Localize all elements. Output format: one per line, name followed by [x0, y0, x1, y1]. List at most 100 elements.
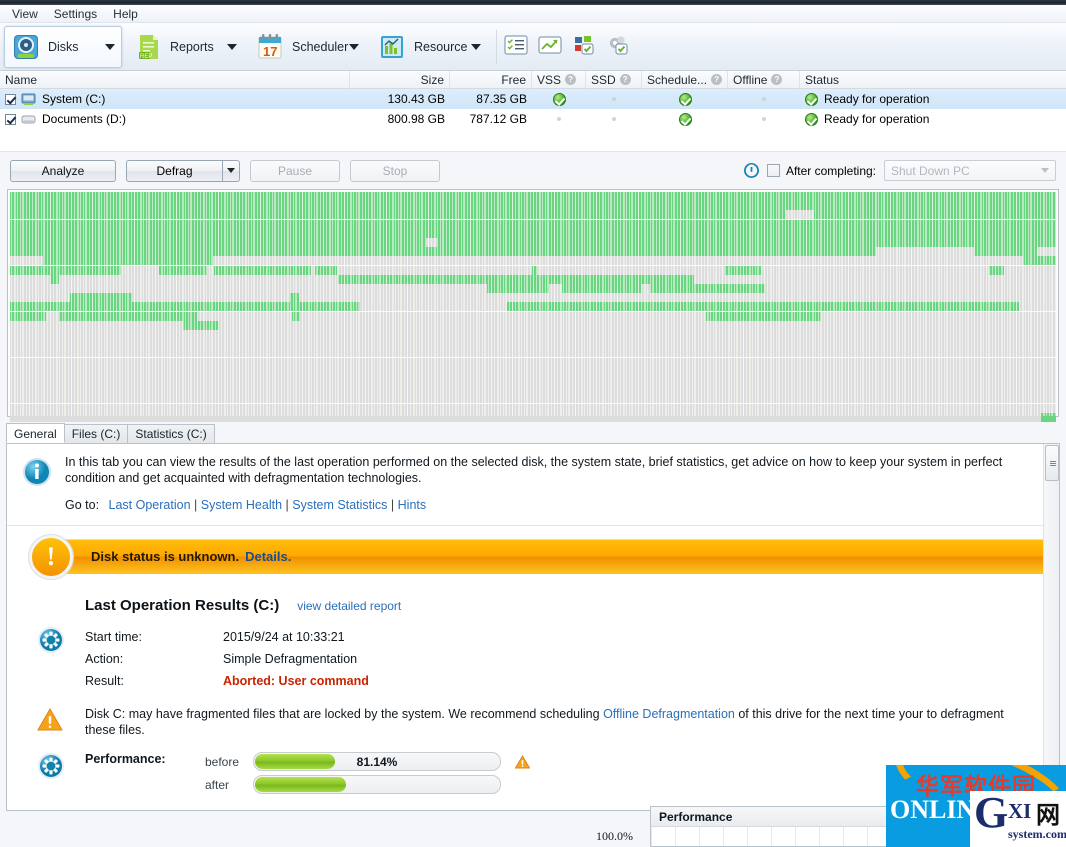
disk-map-row [10, 302, 1056, 312]
goto-link-system-statistics[interactable]: System Statistics [292, 498, 387, 512]
svg-text:17: 17 [263, 44, 277, 59]
panel-scrollbar[interactable] [1043, 444, 1059, 810]
column-header-status[interactable]: Status [800, 71, 1000, 89]
help-icon[interactable]: ? [711, 74, 722, 85]
column-header-schedule-label: Schedule... [647, 72, 708, 87]
disk-map-row [10, 403, 1056, 413]
tab-statistics[interactable]: Statistics (C:) [127, 424, 215, 443]
tab-general[interactable]: General [6, 423, 65, 443]
table-row[interactable]: Documents (D:) 800.98 GB 787.12 GB Ready… [0, 109, 1066, 129]
ribbon-button-disks[interactable]: Disks [4, 25, 122, 68]
disk-map-row [10, 247, 1056, 257]
column-header-vss[interactable]: VSS ? [532, 70, 586, 89]
disk-map-row [10, 412, 1056, 422]
help-icon[interactable]: ? [565, 74, 577, 85]
after-completing-value: Shut Down PC [891, 163, 970, 178]
disk-status-label: Ready for operation [824, 92, 930, 106]
column-header-ssd[interactable]: SSD ? [586, 70, 642, 89]
row-checkbox[interactable] [5, 113, 16, 125]
goto-link-hints[interactable]: Hints [398, 498, 426, 512]
help-icon[interactable]: ? [619, 74, 631, 85]
gears-check-button[interactable] [603, 32, 633, 62]
performance-row: after [205, 775, 530, 794]
menu-item-help[interactable]: Help [105, 6, 146, 22]
inactive-dot-icon [612, 97, 616, 101]
disk-map-segment [69, 293, 133, 303]
pause-button[interactable]: Pause [250, 159, 340, 182]
performance-progress-before: 81.14% [253, 752, 501, 771]
disk-map-row [10, 293, 1056, 303]
trend-chart-icon [538, 35, 562, 58]
disk-cluster-map[interactable] [7, 189, 1059, 422]
column-header-name[interactable]: Name [0, 70, 350, 89]
disk-map-segment [531, 265, 538, 275]
disk-map-row [10, 385, 1056, 395]
exclamation-icon: ! [29, 535, 73, 579]
power-icon [743, 163, 759, 178]
goto-link-system-health[interactable]: System Health [201, 498, 282, 512]
defrag-button[interactable]: Defrag [126, 159, 222, 182]
disk-map-segment [650, 284, 766, 293]
help-icon[interactable]: ? [771, 74, 783, 85]
column-header-size-label: Size [420, 72, 444, 87]
performance-caption: before [205, 754, 240, 769]
column-header-size[interactable]: Size [350, 70, 450, 89]
scrollbar-thumb[interactable] [1045, 445, 1059, 481]
analyze-button[interactable]: Analyze [10, 159, 116, 182]
disk-offline-cell [728, 109, 800, 129]
disk-map-row [10, 284, 1056, 293]
table-row[interactable]: System (C:) 130.43 GB 87.35 GB Ready for… [0, 89, 1066, 109]
gear-icon [37, 752, 65, 780]
column-header-free[interactable]: Free [450, 70, 532, 89]
disk-map-segment [989, 265, 1004, 275]
offline-defragmentation-link[interactable]: Offline Defragmentation [603, 707, 735, 721]
tab-files[interactable]: Files (C:) [63, 424, 129, 443]
toolbar-divider [496, 29, 497, 64]
disk-ssd-cell [586, 89, 642, 109]
ribbon-button-resource-label: Resource [414, 39, 468, 54]
view-detailed-report-link[interactable]: view detailed report [297, 599, 401, 613]
performance-row: before 81.14% [205, 752, 531, 771]
menu-item-settings[interactable]: Settings [46, 6, 105, 22]
disk-map-row [10, 274, 1056, 284]
check-circle-icon [552, 92, 566, 106]
disk-map-segment [974, 247, 1038, 257]
disk-name-cell[interactable]: System (C:) [0, 89, 350, 109]
trend-chart-button[interactable] [535, 32, 565, 62]
column-header-offline[interactable]: Offline ? [728, 70, 800, 89]
status-banner-details-link[interactable]: Details. [245, 549, 291, 564]
ribbon-button-scheduler[interactable]: 17 Scheduler [248, 26, 366, 68]
blocks-check-button[interactable] [569, 32, 599, 62]
detail-row: Start time: 2015/9/24 at 10:33:21 [85, 626, 1059, 648]
info-block: In this tab you can view the results of … [7, 444, 1059, 488]
after-completing-select[interactable]: Shut Down PC [884, 160, 1056, 181]
chevron-down-icon[interactable] [105, 43, 115, 50]
defrag-dropdown-button[interactable] [222, 159, 240, 182]
row-checkbox[interactable] [5, 93, 16, 105]
column-header-schedule[interactable]: Schedule... ? [642, 70, 728, 89]
hard-disk-icon [11, 32, 41, 62]
ribbon-button-reports-label: Reports [170, 39, 214, 54]
ribbon-button-reports[interactable]: REP Reports [126, 26, 244, 68]
ribbon-button-resource[interactable]: Resource [370, 26, 488, 68]
chevron-down-icon[interactable] [471, 43, 481, 50]
disk-schedule-cell [642, 89, 728, 109]
disk-map-segment [10, 302, 361, 312]
chevron-down-icon[interactable] [227, 43, 237, 50]
calendar-17-icon: 17 [255, 32, 285, 62]
stop-button[interactable]: Stop [350, 159, 440, 182]
goto-link-last-operation[interactable]: Last Operation [109, 498, 191, 512]
menu-item-view[interactable]: View [4, 6, 46, 22]
defrag-split-button[interactable]: Defrag [126, 159, 240, 182]
detail-key: Action: [85, 652, 124, 666]
disk-map-segment [705, 311, 821, 321]
after-completing-checkbox[interactable] [766, 164, 780, 177]
list-view-button[interactable] [501, 32, 531, 62]
chevron-down-icon[interactable] [349, 43, 359, 50]
info-text: In this tab you can view the results of … [65, 455, 1003, 485]
goto-links-row: Go to: Last Operation | System Health | … [65, 498, 1059, 512]
disk-name-cell[interactable]: Documents (D:) [0, 109, 350, 129]
performance-label: Performance: [85, 752, 166, 766]
disk-map-row [10, 339, 1056, 349]
last-operation-details: Start time: 2015/9/24 at 10:33:21 Action… [7, 626, 1059, 692]
